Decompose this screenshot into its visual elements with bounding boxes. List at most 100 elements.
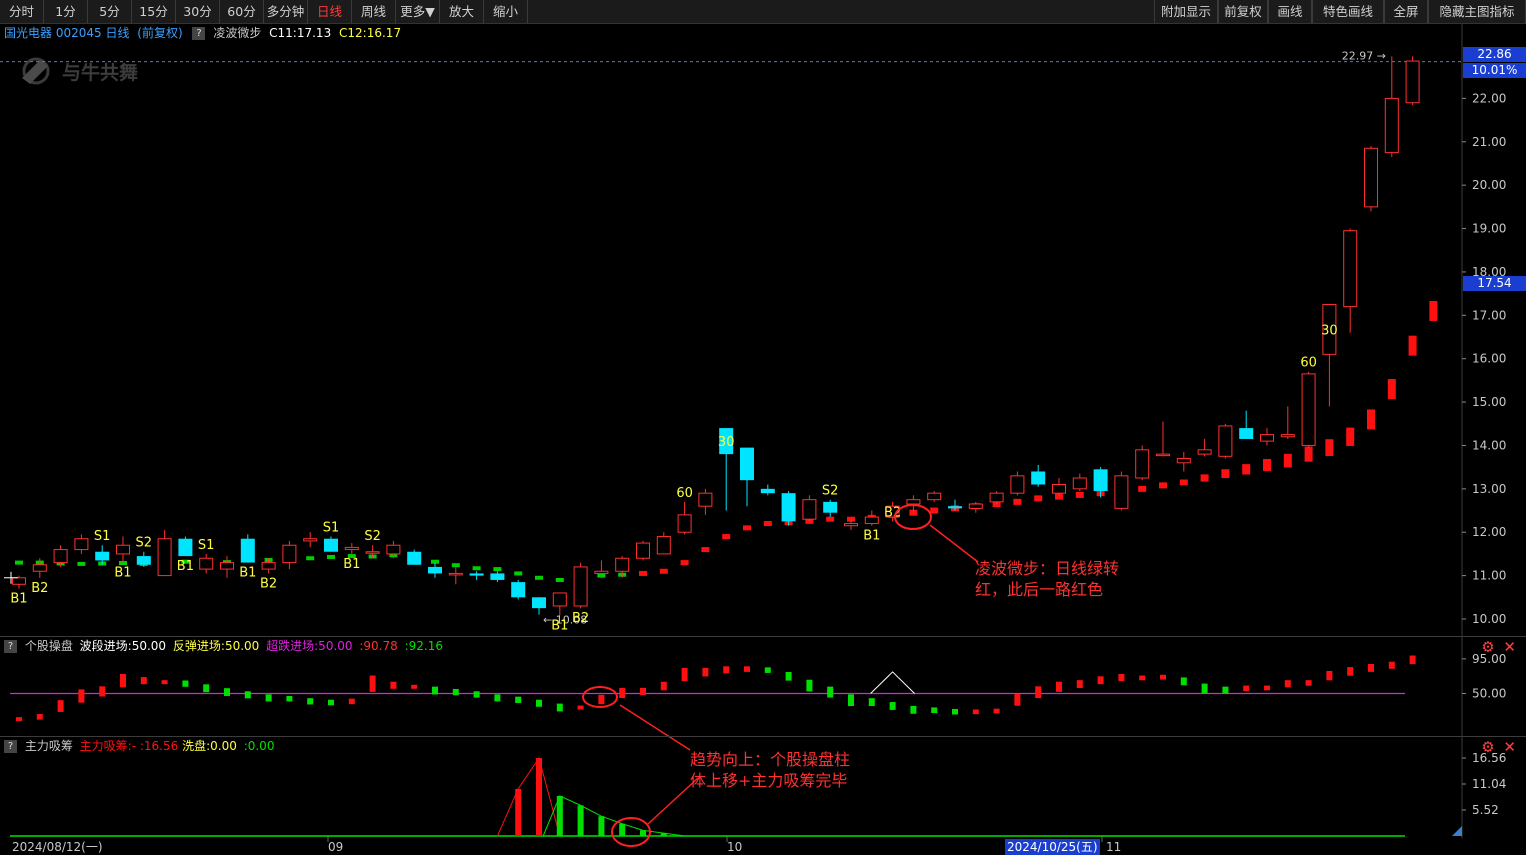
sub1-bar-55 — [1160, 674, 1166, 680]
signal-label-11: S2 — [364, 529, 381, 544]
sub1-bar-7 — [161, 680, 168, 685]
sub1-bar-47 — [993, 708, 1000, 714]
lingbo-block-0 — [15, 560, 23, 565]
watermark-logo: 与牛共舞 — [22, 57, 138, 85]
lingbo-block-3 — [77, 561, 86, 566]
sub1-close-icon[interactable]: ✕ — [1503, 638, 1516, 656]
date-label-nov: 11 — [1106, 840, 1122, 854]
y-tick-label-12: 10.00 — [1472, 612, 1506, 626]
sub2-settings-gear-icon[interactable]: ⚙ — [1481, 738, 1494, 756]
sub1-value-c: 超跌进场:50.00 — [266, 639, 353, 653]
annotation-lingbo: 凌波微步：日线绿转 红，此后一路红色 — [975, 559, 1120, 599]
candle-body-45 — [948, 506, 962, 509]
pane-separator-1[interactable] — [0, 636, 1526, 637]
sub2-close-icon[interactable]: ✕ — [1503, 738, 1516, 756]
signal-label-18: B2 — [884, 506, 901, 521]
sub2-green-bar-3 — [619, 823, 626, 836]
lingbo-block-54 — [1138, 485, 1147, 492]
sub1-bar-1 — [36, 714, 43, 720]
sub1-value-d: :90.78 — [359, 639, 398, 653]
sub1-bar-26 — [556, 703, 563, 712]
candle-body-30 — [636, 542, 650, 559]
signal-label-6: S1 — [198, 538, 215, 553]
candle-body-35 — [740, 447, 754, 481]
sub1-settings-gear-icon[interactable]: ⚙ — [1481, 638, 1494, 656]
candle-body-65 — [1364, 147, 1378, 208]
sub2-value-b: 洗盘:0.00 — [182, 739, 237, 753]
candle-body-67 — [1405, 60, 1420, 104]
candle-body-27 — [573, 566, 588, 607]
sub1-bar-39 — [827, 686, 834, 698]
candle-body-12 — [261, 562, 276, 570]
high-price-label: 22.97 → — [1342, 49, 1386, 62]
sub1-bar-52 — [1097, 676, 1104, 685]
sub1-bar-41 — [868, 698, 875, 707]
sub1-tick-label-1: 50.00 — [1472, 687, 1506, 701]
candle-body-60 — [1260, 434, 1274, 442]
sub1-bar-2 — [57, 700, 64, 712]
sub1-bar-40 — [848, 694, 854, 707]
candle-body-39 — [823, 501, 838, 513]
sub1-bar-15 — [328, 699, 334, 706]
sub1-bar-23 — [494, 694, 501, 702]
candle-body-15 — [324, 538, 338, 552]
sub1-help-icon[interactable]: ? — [4, 640, 17, 653]
sub2-help-icon[interactable]: ? — [4, 740, 17, 753]
candle-body-31 — [656, 536, 671, 555]
sub1-bar-17 — [369, 675, 376, 692]
candle-body-28 — [594, 570, 609, 574]
sub1-bar-32 — [681, 667, 688, 682]
lingbo-block-56 — [1179, 479, 1188, 486]
candle-body-62 — [1301, 373, 1316, 446]
sub2-value-a: 主力吸筹:- :16.56 — [79, 739, 179, 753]
sub1-bar-38 — [806, 679, 813, 692]
sub1-bar-8 — [182, 680, 189, 687]
sub1-bar-61 — [1284, 680, 1291, 688]
lingbo-block-31 — [659, 568, 668, 574]
sub2-name: 主力吸筹 — [24, 739, 73, 753]
y-tick-label-11: 11.00 — [1472, 569, 1506, 583]
candle-body-58 — [1218, 425, 1233, 457]
sub2-red-bar-0 — [515, 788, 522, 836]
lingbo-block-23 — [493, 567, 502, 572]
candle-body-6 — [136, 556, 151, 565]
sub1-bar-59 — [1243, 685, 1250, 692]
candle-body-61 — [1280, 434, 1295, 438]
pane-separator-2[interactable] — [0, 736, 1526, 737]
candle-body-33 — [698, 492, 713, 507]
signal-label-20: 30 — [1321, 323, 1338, 338]
lingbo-block-67 — [1408, 335, 1417, 356]
candle-body-7 — [157, 538, 172, 577]
sub1-bar-66 — [1388, 661, 1395, 669]
sub1-bar-60 — [1264, 685, 1270, 691]
y-tick-label-0: 22.00 — [1472, 91, 1506, 105]
candle-body-21 — [448, 572, 463, 576]
candle-body-22 — [469, 573, 484, 576]
y-tick-label-4: 18.00 — [1472, 265, 1506, 279]
lingbo-block-65 — [1367, 409, 1375, 430]
candle-body-11 — [240, 538, 255, 563]
candle-body-19 — [407, 551, 422, 565]
y-tick-label-8: 14.00 — [1472, 438, 1506, 452]
sub1-controls: ⚙ ✕ — [1481, 638, 1516, 656]
sub1-bar-36 — [764, 667, 771, 673]
sub2-green-bar-1 — [577, 805, 584, 836]
candle-body-59 — [1239, 428, 1254, 439]
candle-body-49 — [1031, 471, 1046, 485]
sub1-bar-0 — [16, 717, 22, 722]
lingbo-block-63 — [1325, 439, 1334, 457]
sub1-triangle-mark — [870, 671, 915, 694]
candlestick-chart[interactable]: 与牛共舞 22.00 21.00 20.00 19.00 18.00 17.00 16.00… — [0, 0, 1526, 855]
lingbo-block-30 — [639, 570, 647, 576]
date-label-sep: 09 — [328, 840, 344, 854]
signal-label-10: B1 — [343, 557, 360, 572]
candle-body-54 — [1135, 449, 1150, 479]
candle-body-47 — [989, 492, 1004, 503]
sub1-bar-4 — [99, 686, 106, 697]
candle-body-5 — [116, 544, 130, 555]
candle-body-1 — [32, 564, 47, 572]
lingbo-block-24 — [514, 571, 523, 576]
lingbo-block-34 — [722, 534, 731, 540]
lingbo-block-51 — [1075, 491, 1084, 498]
sub1-bar-46 — [972, 709, 979, 715]
